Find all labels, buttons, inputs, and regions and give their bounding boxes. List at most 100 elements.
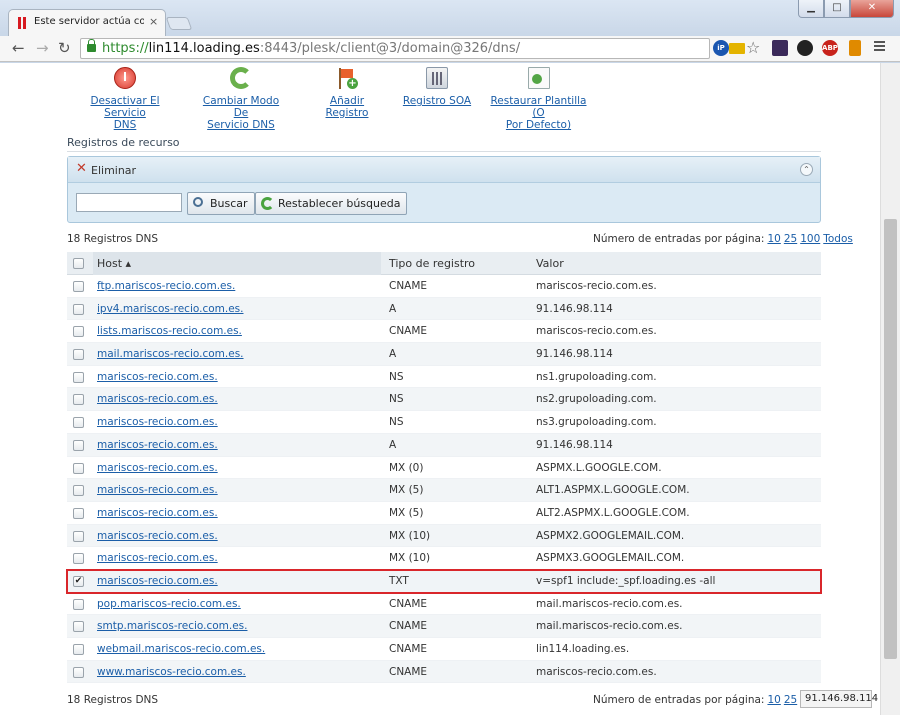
circle-extension-icon[interactable] [797,40,813,56]
row-checkbox[interactable] [73,666,84,678]
window-close-button[interactable]: ✕ [850,0,894,18]
table-row[interactable]: mariscos-recio.com.es. MX (5) ALT1.ASPMX.L… [67,479,821,502]
table-row[interactable]: webmail.mariscos-recio.com.es. CNAME lin11… [67,638,821,661]
row-checkbox[interactable] [73,349,84,361]
row-host-link[interactable]: webmail.mariscos-recio.com.es. [97,643,265,655]
window-maximize-button[interactable]: □ [824,0,850,18]
row-host-link[interactable]: mariscos-recio.com.es. [97,507,218,519]
row-host-link[interactable]: ftp.mariscos-recio.com.es. [97,280,235,292]
page-size-10[interactable]: 10 [767,233,780,245]
add-record-button[interactable]: + Añadir Registro [308,67,386,119]
page-size-all[interactable]: Todos [823,233,853,245]
row-host-link[interactable]: mariscos-recio.com.es. [97,416,218,428]
row-host-link[interactable]: www.mariscos-recio.com.es. [97,666,246,678]
spain-flag-icon[interactable] [729,43,745,54]
reload-button[interactable]: ↻ [58,39,71,57]
new-tab-button[interactable] [165,17,193,30]
row-checkbox[interactable] [73,371,84,383]
row-value: 91.146.98.114 [536,348,613,361]
table-row[interactable]: mariscos-recio.com.es. MX (0) ASPMX.L.GOOG… [67,457,821,480]
row-host-link[interactable]: mariscos-recio.com.es. [97,552,218,564]
row-host-link[interactable]: mariscos-recio.com.es. [97,371,218,383]
collapse-icon[interactable]: ⌃ [800,163,813,176]
row-host-link[interactable]: mariscos-recio.com.es. [97,439,218,451]
delete-icon[interactable]: ✕ [76,161,87,176]
row-checkbox[interactable]: ✔ [73,575,84,587]
row-host-link[interactable]: lists.mariscos-recio.com.es. [97,325,242,337]
row-value: v=spf1 include:_spf.loading.es -all [536,574,716,587]
row-host-link[interactable]: mariscos-recio.com.es. [97,462,218,474]
table-row[interactable]: mariscos-recio.com.es. MX (10) ASPMX3.GOOG… [67,547,821,570]
row-checkbox[interactable] [73,439,84,451]
row-checkbox[interactable] [73,644,84,655]
dark-extension-icon[interactable] [772,40,788,56]
select-all-checkbox[interactable] [73,258,84,269]
column-value[interactable]: Valor [536,252,564,275]
table-row[interactable]: www.mariscos-recio.com.es. CNAME mariscos-… [67,660,821,684]
table-row[interactable]: mariscos-recio.com.es. MX (10) ASPMX2.GOOG… [67,524,821,548]
table-row[interactable]: mariscos-recio.com.es. NS ns1.grupoloading… [67,366,821,389]
row-checkbox[interactable] [73,462,84,474]
adblock-icon[interactable]: ABP [822,40,838,56]
disable-dns-service-button[interactable]: Desactivar El Servicio DNS [70,67,180,131]
bookmark-star-icon[interactable]: ☆ [746,38,760,57]
row-value: ASPMX.L.GOOGLE.COM. [536,461,662,474]
row-value: 91.146.98.114 [536,302,613,315]
table-row[interactable]: mariscos-recio.com.es. MX (5) ALT2.ASPMX.L… [67,502,821,525]
search-input[interactable] [76,193,182,212]
row-checkbox[interactable] [73,507,84,519]
column-host[interactable]: Host ▴ [93,252,381,275]
row-value: mariscos-recio.com.es. [536,665,657,678]
table-row[interactable]: mariscos-recio.com.es. NS ns2.grupoloading… [67,388,821,412]
row-checkbox[interactable] [73,530,84,542]
reset-search-button[interactable]: Restablecer búsqueda [255,192,408,215]
forward-button[interactable]: → [36,39,49,57]
row-host-link[interactable]: mariscos-recio.com.es. [97,484,218,496]
page-size-100[interactable]: 100 [800,233,820,245]
row-checkbox[interactable] [73,621,84,633]
row-host-link[interactable]: pop.mariscos-recio.com.es. [97,598,241,610]
row-checkbox[interactable] [73,485,84,497]
row-checkbox[interactable] [73,303,84,315]
table-row[interactable]: mail.mariscos-recio.com.es. A 91.146.98.11… [67,343,821,366]
column-type[interactable]: Tipo de registro [389,252,475,275]
scrollbar-thumb[interactable] [884,219,897,659]
row-host-link[interactable]: mariscos-recio.com.es. [97,393,218,405]
soa-record-button[interactable]: Registro SOA [402,67,472,107]
tab-close-icon[interactable]: × [149,15,158,28]
table-row[interactable]: ftp.mariscos-recio.com.es. CNAME mariscos-… [67,275,821,298]
table-row[interactable]: ipv4.mariscos-recio.com.es. A 91.146.98.11… [67,297,821,321]
table-row[interactable]: ✔ mariscos-recio.com.es. TXT v=spf1 include… [66,568,822,594]
table-row[interactable]: lists.mariscos-recio.com.es. CNAME marisco… [67,320,821,344]
row-checkbox[interactable] [73,598,84,610]
row-host-link[interactable]: mariscos-recio.com.es. [97,575,218,587]
flask-extension-icon[interactable] [849,40,861,56]
search-icon [193,197,203,207]
table-row[interactable]: mariscos-recio.com.es. A 91.146.98.114 [67,433,821,457]
row-checkbox[interactable] [73,326,84,338]
window-minimize-button[interactable]: ▁ [798,0,824,18]
row-host-link[interactable]: mail.mariscos-recio.com.es. [97,348,244,360]
table-row[interactable]: pop.mariscos-recio.com.es. CNAME mail.mari… [67,593,821,616]
page-scrollbar[interactable] [880,63,900,715]
row-host-link[interactable]: mariscos-recio.com.es. [97,530,218,542]
back-button[interactable]: ← [12,39,25,57]
restore-template-button[interactable]: Restaurar Plantilla (O Por Defecto) [486,67,591,131]
table-row[interactable]: smtp.mariscos-recio.com.es. CNAME mail.mar… [67,615,821,638]
row-checkbox[interactable] [73,394,84,406]
browser-tab[interactable]: Este servidor actúa como o × [8,9,166,36]
row-checkbox[interactable] [73,553,84,565]
page-size-25[interactable]: 25 [784,233,797,245]
row-checkbox[interactable] [73,281,84,292]
table-row[interactable]: mariscos-recio.com.es. NS ns3.grupoloading… [67,411,821,434]
row-checkbox[interactable] [73,417,84,429]
search-button[interactable]: Buscar [187,192,255,215]
ip-extension-icon[interactable]: iP [713,40,729,56]
change-dns-mode-button[interactable]: Cambiar Modo De Servicio DNS [197,67,285,131]
address-bar[interactable]: https://lin114.loading.es:8443/plesk/cli… [80,38,710,59]
delete-button[interactable]: Eliminar [91,164,136,177]
row-host-link[interactable]: ipv4.mariscos-recio.com.es. [97,303,243,315]
browser-menu-icon[interactable] [874,41,885,43]
row-host-link[interactable]: smtp.mariscos-recio.com.es. [97,620,248,632]
flag-add-icon: + [336,67,358,89]
